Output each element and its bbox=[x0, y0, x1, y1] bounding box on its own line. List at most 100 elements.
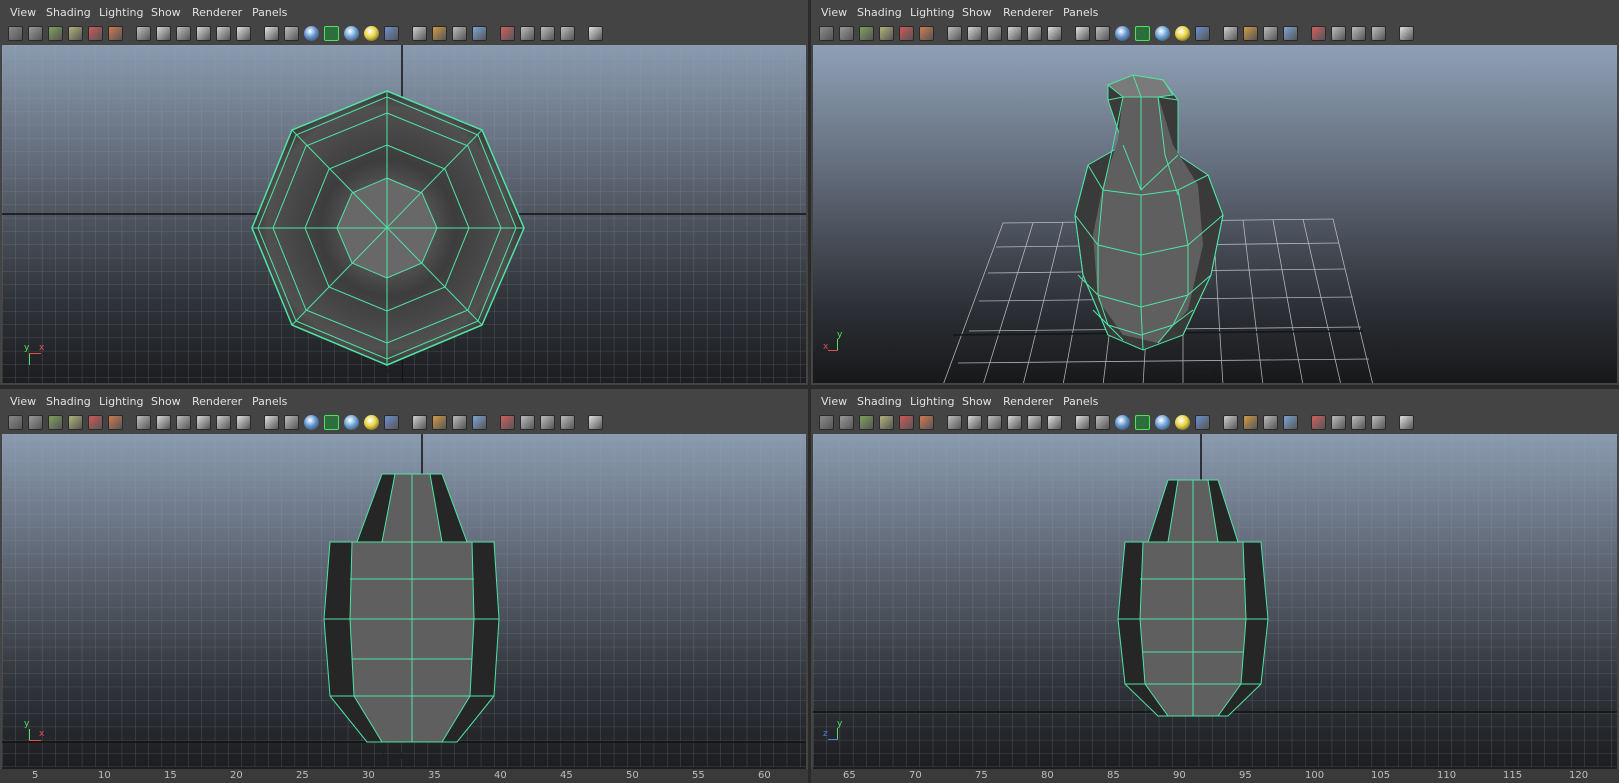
menu-shading[interactable]: Shading bbox=[46, 395, 91, 408]
film-gate-icon[interactable] bbox=[156, 26, 171, 41]
menu-renderer[interactable]: Renderer bbox=[192, 6, 242, 19]
wireframe-icon[interactable] bbox=[1095, 415, 1110, 430]
grid-icon[interactable] bbox=[947, 415, 962, 430]
image-plane-icon[interactable] bbox=[48, 415, 63, 430]
field-chart-icon[interactable] bbox=[216, 415, 231, 430]
xray-joints-icon[interactable] bbox=[1371, 415, 1386, 430]
menu-renderer[interactable]: Renderer bbox=[192, 395, 242, 408]
time-ruler-right[interactable]: 65 70 75 80 85 90 95 100 105 110 115 120 bbox=[811, 769, 1619, 783]
grid-icon[interactable] bbox=[136, 26, 151, 41]
film-gate-icon[interactable] bbox=[156, 415, 171, 430]
xray-joints-icon[interactable] bbox=[560, 415, 575, 430]
image-plane-icon[interactable] bbox=[48, 26, 63, 41]
textured-icon[interactable] bbox=[344, 415, 359, 430]
depth-of-field-icon[interactable] bbox=[472, 415, 487, 430]
mesh-persp[interactable] bbox=[1074, 74, 1224, 351]
grease-pencil-icon[interactable] bbox=[88, 26, 103, 41]
grease-pencil-icon[interactable] bbox=[899, 415, 914, 430]
menu-renderer[interactable]: Renderer bbox=[1003, 395, 1053, 408]
smooth-shade-icon[interactable] bbox=[1115, 26, 1130, 41]
node-editor-icon[interactable] bbox=[1399, 415, 1414, 430]
ruler-icon[interactable] bbox=[108, 415, 123, 430]
bookmarks-icon[interactable] bbox=[28, 415, 43, 430]
wireframe-on-shaded-icon[interactable] bbox=[324, 26, 339, 41]
gate-mask-icon[interactable] bbox=[1007, 415, 1022, 430]
menu-view[interactable]: View bbox=[821, 395, 847, 408]
textured-icon[interactable] bbox=[1155, 415, 1170, 430]
smooth-shade-icon[interactable] bbox=[304, 26, 319, 41]
multisample-aa-icon[interactable] bbox=[1263, 415, 1278, 430]
motion-blur-icon[interactable] bbox=[1243, 415, 1258, 430]
grid-icon[interactable] bbox=[136, 415, 151, 430]
menu-show[interactable]: Show bbox=[151, 6, 181, 19]
wireframe-icon[interactable] bbox=[284, 26, 299, 41]
isolate-select-icon[interactable] bbox=[520, 415, 535, 430]
xray-icon[interactable] bbox=[1351, 415, 1366, 430]
camera-attributes-icon[interactable] bbox=[8, 415, 23, 430]
menu-lighting[interactable]: Lighting bbox=[910, 6, 954, 19]
menu-lighting[interactable]: Lighting bbox=[99, 395, 143, 408]
screen-space-ao-icon[interactable] bbox=[412, 415, 427, 430]
safe-title-icon[interactable] bbox=[1075, 415, 1090, 430]
time-ruler-left[interactable]: 5 10 15 20 25 30 35 40 45 50 55 60 bbox=[0, 769, 808, 783]
depth-of-field-icon[interactable] bbox=[1283, 415, 1298, 430]
ruler-icon[interactable] bbox=[919, 26, 934, 41]
motion-blur-icon[interactable] bbox=[1243, 26, 1258, 41]
motion-blur-icon[interactable] bbox=[432, 26, 447, 41]
resolution-gate-icon[interactable] bbox=[176, 415, 191, 430]
menu-view[interactable]: View bbox=[821, 6, 847, 19]
image-plane-icon[interactable] bbox=[859, 26, 874, 41]
mesh-top[interactable] bbox=[251, 90, 525, 366]
camera-attributes-icon[interactable] bbox=[819, 415, 834, 430]
viewport-front[interactable]: y x front bbox=[2, 434, 806, 769]
textured-icon[interactable] bbox=[344, 26, 359, 41]
shadows-icon[interactable] bbox=[384, 26, 399, 41]
2d-pan-zoom-icon[interactable] bbox=[68, 26, 83, 41]
node-editor-icon[interactable] bbox=[1399, 26, 1414, 41]
gate-mask-icon[interactable] bbox=[196, 415, 211, 430]
wireframe-on-shaded-icon[interactable] bbox=[1135, 26, 1150, 41]
field-chart-icon[interactable] bbox=[1027, 415, 1042, 430]
viewport-top[interactable]: y x top bbox=[2, 45, 806, 383]
multisample-aa-icon[interactable] bbox=[1263, 26, 1278, 41]
motion-blur-icon[interactable] bbox=[432, 415, 447, 430]
menu-lighting[interactable]: Lighting bbox=[910, 395, 954, 408]
film-gate-icon[interactable] bbox=[967, 415, 982, 430]
ruler-icon[interactable] bbox=[919, 415, 934, 430]
depth-of-field-icon[interactable] bbox=[472, 26, 487, 41]
xray-joints-icon[interactable] bbox=[560, 26, 575, 41]
safe-title-icon[interactable] bbox=[264, 415, 279, 430]
2d-pan-zoom-icon[interactable] bbox=[68, 415, 83, 430]
film-gate-icon[interactable] bbox=[967, 26, 982, 41]
menu-panels[interactable]: Panels bbox=[252, 6, 287, 19]
shadows-icon[interactable] bbox=[1195, 415, 1210, 430]
resolution-gate-icon[interactable] bbox=[987, 415, 1002, 430]
resolution-gate-icon[interactable] bbox=[176, 26, 191, 41]
grease-pencil-icon[interactable] bbox=[899, 26, 914, 41]
wireframe-icon[interactable] bbox=[284, 415, 299, 430]
field-chart-icon[interactable] bbox=[1027, 26, 1042, 41]
menu-shading[interactable]: Shading bbox=[857, 6, 902, 19]
node-editor-icon[interactable] bbox=[588, 415, 603, 430]
safe-title-icon[interactable] bbox=[264, 26, 279, 41]
menu-shading[interactable]: Shading bbox=[46, 6, 91, 19]
wireframe-on-shaded-icon[interactable] bbox=[1135, 415, 1150, 430]
menu-panels[interactable]: Panels bbox=[1063, 395, 1098, 408]
node-editor-icon[interactable] bbox=[588, 26, 603, 41]
depth-of-field-icon[interactable] bbox=[1283, 26, 1298, 41]
menu-show[interactable]: Show bbox=[962, 395, 992, 408]
isolate-select-icon[interactable] bbox=[520, 26, 535, 41]
camera-attributes-icon[interactable] bbox=[8, 26, 23, 41]
menu-shading[interactable]: Shading bbox=[857, 395, 902, 408]
menu-view[interactable]: View bbox=[10, 395, 36, 408]
menu-lighting[interactable]: Lighting bbox=[99, 6, 143, 19]
grease-pencil-icon[interactable] bbox=[88, 415, 103, 430]
viewport-side[interactable]: y z side bbox=[813, 434, 1617, 769]
2d-pan-zoom-icon[interactable] bbox=[879, 26, 894, 41]
select-camera-icon[interactable] bbox=[1311, 415, 1326, 430]
field-chart-icon[interactable] bbox=[216, 26, 231, 41]
use-all-lights-icon[interactable] bbox=[364, 415, 379, 430]
gate-mask-icon[interactable] bbox=[1007, 26, 1022, 41]
smooth-shade-icon[interactable] bbox=[1115, 415, 1130, 430]
camera-attributes-icon[interactable] bbox=[819, 26, 834, 41]
